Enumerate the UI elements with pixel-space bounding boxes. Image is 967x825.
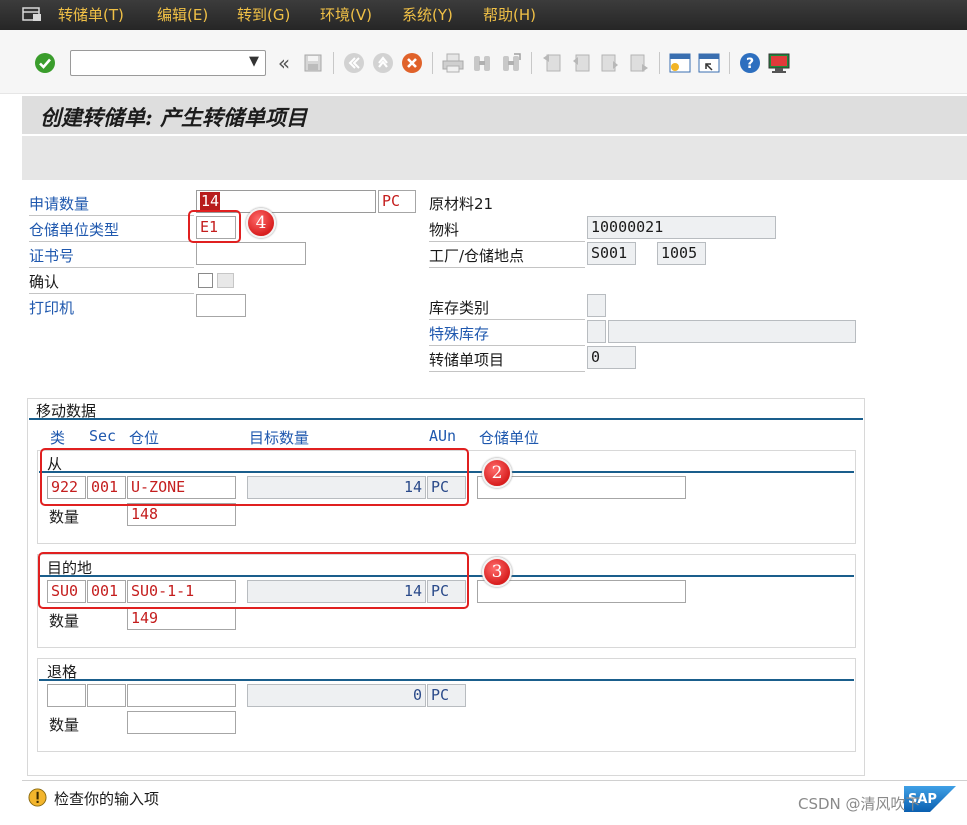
col-aun-header: AUn bbox=[429, 427, 457, 445]
printer-field[interactable] bbox=[196, 294, 246, 317]
first-page-icon[interactable] bbox=[541, 52, 563, 74]
special-stock-field bbox=[587, 320, 606, 343]
stock-category-field bbox=[587, 294, 606, 317]
requested-qty-unit-field[interactable]: PC bbox=[378, 190, 416, 213]
confirm-checkbox-disabled bbox=[217, 273, 234, 288]
printer-label[interactable]: 打印机 bbox=[29, 297, 74, 318]
col-target-qty-header: 目标数量 bbox=[249, 429, 310, 447]
customize-layout-icon[interactable] bbox=[768, 52, 790, 74]
material-label: 物料 bbox=[429, 221, 460, 239]
confirm-label: 确认 bbox=[29, 273, 60, 291]
to-item-label: 转储单项目 bbox=[429, 351, 505, 369]
watermark: CSDN @清风吹下 bbox=[798, 795, 921, 813]
storage-unit-type-label[interactable]: 仓储单位类型 bbox=[29, 219, 119, 240]
collapse-icon[interactable]: « bbox=[273, 51, 295, 75]
application-subbar bbox=[22, 136, 967, 180]
system-menu-icon[interactable] bbox=[22, 6, 42, 22]
menu-edit[interactable]: 编辑(E) bbox=[157, 4, 208, 25]
material-field: 10000021 bbox=[587, 216, 776, 239]
annotation-badge-2: 2 bbox=[482, 458, 512, 488]
certificate-field[interactable] bbox=[196, 242, 306, 265]
svg-text:?: ? bbox=[746, 56, 754, 72]
back-nav-icon[interactable] bbox=[343, 52, 365, 74]
destination-storage-unit-field[interactable] bbox=[477, 580, 686, 603]
col-section-header: Sec bbox=[89, 427, 117, 445]
certificate-label[interactable]: 证书号 bbox=[29, 245, 74, 266]
requested-qty-label[interactable]: 申请数量 bbox=[29, 193, 89, 214]
next-page-icon[interactable] bbox=[599, 52, 621, 74]
source-quant-label: 数量 bbox=[49, 508, 80, 526]
col-type-header: 类 bbox=[50, 429, 66, 447]
plant-storage-location-label: 工厂/仓储地点 bbox=[429, 247, 525, 265]
print-icon[interactable] bbox=[442, 52, 464, 74]
col-bin-header: 仓位 bbox=[129, 429, 160, 447]
col-storage-unit-header: 仓储单位 bbox=[479, 429, 540, 447]
return-quant-field[interactable] bbox=[127, 711, 236, 734]
application-toolbar: ▼ « ? bbox=[0, 30, 967, 94]
status-message[interactable]: 检查你的输入项 bbox=[54, 788, 159, 809]
source-quant-field[interactable]: 148 bbox=[127, 503, 236, 526]
plant-field: S001 bbox=[587, 242, 636, 265]
annotation-box-3 bbox=[38, 552, 469, 609]
special-stock-number-field bbox=[608, 320, 856, 343]
menu-bar: 转储单(T) 编辑(E) 转到(G) 环境(V) 系统(Y) 帮助(H) bbox=[0, 0, 967, 30]
exit-icon[interactable] bbox=[372, 52, 394, 74]
return-bin-field[interactable] bbox=[127, 684, 236, 707]
special-stock-label[interactable]: 特殊库存 bbox=[429, 323, 489, 344]
stock-category-label: 库存类别 bbox=[429, 299, 490, 317]
menu-help[interactable]: 帮助(H) bbox=[483, 4, 536, 25]
annotation-box-4 bbox=[188, 210, 241, 243]
shortcut-icon[interactable] bbox=[698, 52, 720, 74]
destination-quant-label: 数量 bbox=[49, 612, 80, 630]
menu-transfer-order[interactable]: 转储单(T) bbox=[58, 4, 124, 25]
storage-location-field: 1005 bbox=[657, 242, 706, 265]
help-icon[interactable]: ? bbox=[739, 52, 761, 74]
destination-quant-field[interactable]: 149 bbox=[127, 607, 236, 630]
new-session-icon[interactable] bbox=[669, 52, 691, 74]
status-bar-divider bbox=[22, 780, 967, 781]
return-target-qty-field: 0 bbox=[247, 684, 426, 707]
annotation-box-2 bbox=[40, 448, 469, 506]
annotation-badge-3: 3 bbox=[482, 557, 512, 587]
menu-environment[interactable]: 环境(V) bbox=[320, 4, 372, 25]
cancel-icon[interactable] bbox=[401, 52, 423, 74]
material-description: 原材料21 bbox=[429, 195, 494, 213]
return-quant-label: 数量 bbox=[49, 716, 80, 734]
to-item-field: 0 bbox=[587, 346, 636, 369]
return-type-field[interactable] bbox=[47, 684, 86, 707]
chevron-down-icon[interactable]: ▼ bbox=[249, 54, 259, 69]
annotation-badge-4: 4 bbox=[246, 208, 276, 238]
page-title: 创建转储单: 产生转储单项目 bbox=[40, 105, 308, 130]
warning-icon bbox=[28, 788, 47, 807]
command-field[interactable]: ▼ bbox=[70, 50, 266, 76]
prev-page-icon[interactable] bbox=[570, 52, 592, 74]
enter-icon[interactable] bbox=[34, 52, 56, 74]
return-section-field[interactable] bbox=[87, 684, 126, 707]
menu-goto[interactable]: 转到(G) bbox=[237, 4, 290, 25]
last-page-icon[interactable] bbox=[628, 52, 650, 74]
find-icon[interactable] bbox=[471, 52, 493, 74]
menu-system[interactable]: 系统(Y) bbox=[402, 4, 453, 25]
save-icon[interactable] bbox=[302, 52, 324, 74]
find-next-icon[interactable] bbox=[500, 52, 522, 74]
return-aun-field: PC bbox=[427, 684, 466, 707]
confirm-checkbox[interactable] bbox=[198, 273, 213, 288]
